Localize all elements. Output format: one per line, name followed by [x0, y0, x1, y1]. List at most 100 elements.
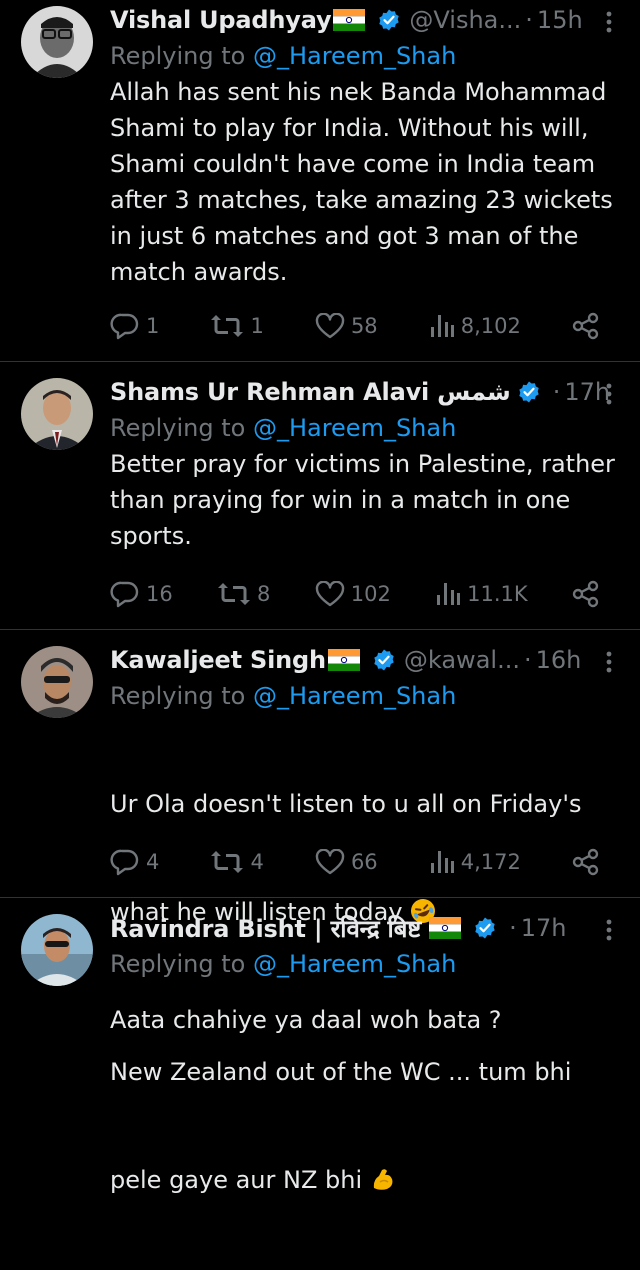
verified-badge-icon: [372, 648, 396, 672]
timestamp[interactable]: 17h: [521, 914, 567, 942]
reply-count: 16: [146, 582, 173, 606]
replying-to: Replying to @_Hareem_Shah: [110, 410, 620, 446]
action-bar: 16 8 102 11.1K: [110, 576, 600, 612]
mention-link[interactable]: @_Hareem_Shah: [253, 42, 456, 70]
india-flag-icon: [333, 9, 366, 31]
user-handle[interactable]: @kawal...: [404, 646, 520, 674]
reply-action[interactable]: 4: [110, 848, 159, 876]
timestamp[interactable]: 17h: [564, 378, 610, 406]
reply-count: 4: [146, 850, 160, 874]
verified-badge-icon: [517, 380, 541, 404]
more-options-icon[interactable]: [606, 918, 612, 946]
reply-header: Vishal Upadhyay @Visha... · 15h: [110, 2, 620, 38]
repost-action[interactable]: 1: [210, 313, 264, 339]
separator-dot: ·: [509, 914, 517, 942]
mention-link[interactable]: @_Hareem_Shah: [253, 414, 456, 442]
reply-text: Better pray for victims in Palestine, ra…: [110, 450, 615, 550]
reply-item[interactable]: Kawaljeet Singh @kawal... · 16h Replying…: [0, 630, 640, 1034]
reply-count: 1: [146, 314, 160, 338]
user-handle[interactable]: @Visha...: [409, 6, 521, 34]
views-action[interactable]: 4,172: [429, 849, 521, 875]
more-options-icon[interactable]: [606, 650, 612, 678]
display-name[interactable]: Ravindra Bisht | रविन्द्र बिष्ट: [110, 912, 421, 945]
display-name-urdu: شمس: [437, 378, 511, 406]
reply-action[interactable]: 1: [110, 312, 159, 340]
views-count: 4,172: [460, 850, 521, 874]
action-bar: 4 4 66 4,172: [110, 844, 600, 880]
replying-to-label: Replying to: [110, 414, 253, 442]
replying-to: Replying to @_Hareem_Shah: [110, 38, 620, 74]
reply-text: Allah has sent his nek Banda Mohammad Sh…: [110, 78, 613, 286]
like-count: 66: [350, 850, 378, 874]
share-action[interactable]: [572, 580, 600, 608]
avatar[interactable]: [21, 914, 93, 986]
share-action[interactable]: [572, 312, 600, 340]
like-action[interactable]: 58: [315, 313, 378, 339]
reply-text-line: New Zealand out of the WC ... tum bhi: [110, 1058, 572, 1086]
more-options-icon[interactable]: [606, 382, 612, 410]
repost-count: 8: [257, 582, 271, 606]
reply-text-line: Ur Ola doesn't listen to u all on Friday…: [110, 790, 582, 818]
avatar[interactable]: [21, 378, 93, 450]
repost-action[interactable]: 8: [217, 581, 270, 607]
separator-dot: ·: [523, 646, 532, 674]
replying-to-label: Replying to: [110, 950, 253, 978]
share-icon: [572, 580, 599, 608]
like-action[interactable]: 102: [315, 581, 391, 607]
share-action[interactable]: [572, 848, 600, 876]
timestamp[interactable]: 15h: [537, 6, 583, 34]
heart-icon: [315, 581, 344, 607]
flexed-biceps-emoji-icon: [370, 1166, 396, 1192]
repost-icon: [211, 851, 244, 873]
heart-icon: [315, 313, 345, 339]
repost-count: 4: [250, 850, 264, 874]
reply-action[interactable]: 16: [110, 580, 173, 608]
share-icon: [572, 312, 599, 340]
reply-icon: [110, 581, 139, 608]
replying-to-label: Replying to: [110, 42, 253, 70]
share-icon: [572, 848, 599, 876]
reply-text-segment: pele gaye aur NZ bhi: [110, 1166, 363, 1194]
separator-dot: ·: [525, 6, 533, 34]
reply-header: Kawaljeet Singh @kawal... · 16h: [110, 642, 620, 678]
views-action[interactable]: 8,102: [429, 313, 521, 339]
repost-icon: [211, 315, 244, 337]
reply-item[interactable]: Ravindra Bisht | रविन्द्र बिष्ट · 17h Re…: [0, 898, 640, 1194]
avatar[interactable]: [21, 646, 93, 718]
reply-text-line: pele gaye aur NZ bhi: [110, 1162, 620, 1198]
heart-icon: [315, 849, 345, 875]
mention-link[interactable]: @_Hareem_Shah: [253, 950, 456, 978]
like-count: 102: [350, 582, 391, 606]
reply-header: Ravindra Bisht | रविन्द्र बिष्ट · 17h: [110, 910, 620, 946]
replying-to: Replying to @_Hareem_Shah: [110, 678, 620, 714]
display-name[interactable]: Vishal Upadhyay: [110, 6, 332, 34]
verified-badge-icon: [377, 8, 401, 32]
reply-icon: [110, 849, 139, 876]
views-count: 11.1K: [467, 582, 528, 606]
more-options-icon[interactable]: [606, 10, 612, 38]
like-count: 58: [350, 314, 378, 338]
separator-dot: ·: [552, 378, 561, 406]
display-name[interactable]: Shams Ur Rehman Alavi: [110, 378, 429, 406]
repost-count: 1: [250, 314, 264, 338]
reply-icon: [110, 313, 139, 340]
reply-item[interactable]: Shams Ur Rehman Alavi شمس · 17h Replying…: [0, 362, 640, 630]
india-flag-icon: [429, 917, 462, 939]
mention-link[interactable]: @_Hareem_Shah: [253, 682, 456, 710]
repost-icon: [218, 583, 251, 605]
display-name[interactable]: Kawaljeet Singh: [110, 646, 326, 674]
views-action[interactable]: 11.1K: [435, 581, 528, 607]
timestamp[interactable]: 16h: [536, 646, 582, 674]
reply-text: New Zealand out of the WC ... tum bhi pe…: [110, 982, 620, 1270]
repost-action[interactable]: 4: [210, 849, 264, 875]
views-count: 8,102: [460, 314, 521, 338]
india-flag-icon: [327, 649, 360, 671]
action-bar: 1 1 58 8,102: [110, 308, 600, 344]
reply-item[interactable]: Vishal Upadhyay @Visha... · 15h Replying…: [0, 0, 640, 362]
views-icon: [430, 851, 454, 873]
avatar[interactable]: [21, 6, 93, 78]
views-icon: [437, 583, 461, 605]
verified-badge-icon: [473, 916, 497, 940]
like-action[interactable]: 66: [315, 849, 378, 875]
views-icon: [430, 315, 454, 337]
